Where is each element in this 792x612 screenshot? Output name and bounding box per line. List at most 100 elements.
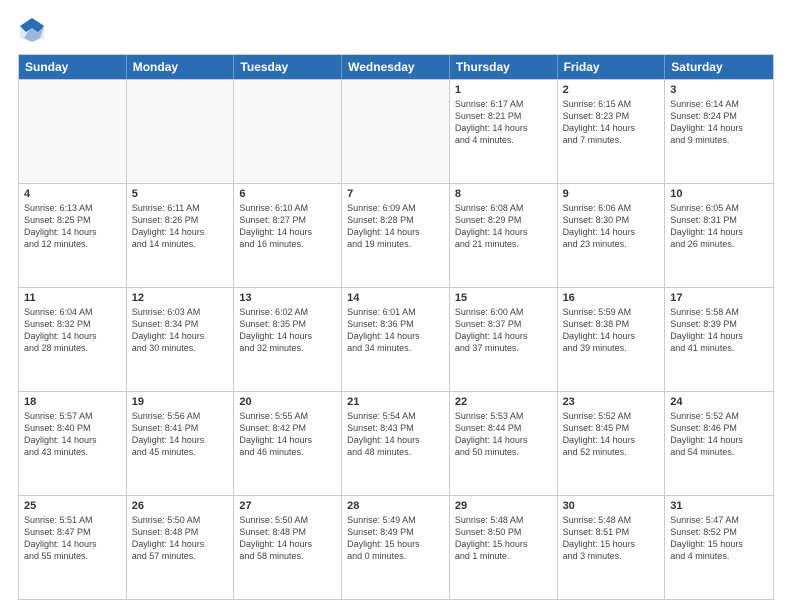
calendar-row: 11Sunrise: 6:04 AM Sunset: 8:32 PM Dayli…	[19, 287, 773, 391]
calendar-cell: 4Sunrise: 6:13 AM Sunset: 8:25 PM Daylig…	[19, 184, 127, 287]
calendar-cell: 6 Sunrise: 6:10 AM Sunset: 8:27 PM Daylig…	[234, 184, 342, 287]
calendar-cell: 16 Sunrise: 5:59 AM Sunset: 8:38 PM Dayli…	[558, 288, 666, 391]
day-number: 30	[563, 500, 660, 512]
day-info: Sunrise: 5:59 AM Sunset: 8:38 PM Dayligh…	[563, 306, 660, 355]
calendar-cell: 5 Sunrise: 6:11 AM Sunset: 8:26 PM Daylig…	[127, 184, 235, 287]
day-info: Sunrise: 5:52 AM Sunset: 8:46 PM Dayligh…	[670, 410, 768, 459]
calendar-header-cell: Tuesday	[234, 55, 342, 79]
day-number: 18	[24, 396, 121, 408]
calendar-row: 18 Sunrise: 5:57 AM Sunset: 8:40 PM Dayli…	[19, 391, 773, 495]
calendar-cell: 19Sunrise: 5:56 AM Sunset: 8:41 PM Dayli…	[127, 392, 235, 495]
logo	[18, 16, 50, 44]
calendar-row: 25 Sunrise: 5:51 AM Sunset: 8:47 PM Dayli…	[19, 495, 773, 599]
calendar-cell: 30 Sunrise: 5:48 AM Sunset: 8:51 PM Dayli…	[558, 496, 666, 599]
day-number: 14	[347, 292, 444, 304]
day-number: 31	[670, 500, 768, 512]
day-info: Sunrise: 5:54 AM Sunset: 8:43 PM Dayligh…	[347, 410, 444, 459]
calendar-cell: 7 Sunrise: 6:09 AM Sunset: 8:28 PM Daylig…	[342, 184, 450, 287]
day-info: Sunrise: 6:08 AM Sunset: 8:29 PM Dayligh…	[455, 202, 552, 251]
calendar-cell: 31Sunrise: 5:47 AM Sunset: 8:52 PM Dayli…	[665, 496, 773, 599]
calendar-cell: 17 Sunrise: 5:58 AM Sunset: 8:39 PM Dayli…	[665, 288, 773, 391]
day-info: Sunrise: 5:50 AM Sunset: 8:48 PM Dayligh…	[132, 514, 229, 563]
calendar-cell: 1 Sunrise: 6:17 AM Sunset: 8:21 PM Daylig…	[450, 80, 558, 183]
day-info: Sunrise: 6:13 AM Sunset: 8:25 PM Dayligh…	[24, 202, 121, 251]
day-info: Sunrise: 6:17 AM Sunset: 8:21 PM Dayligh…	[455, 98, 552, 147]
calendar-cell: 22Sunrise: 5:53 AM Sunset: 8:44 PM Dayli…	[450, 392, 558, 495]
calendar-cell: 12Sunrise: 6:03 AM Sunset: 8:34 PM Dayli…	[127, 288, 235, 391]
day-info: Sunrise: 6:03 AM Sunset: 8:34 PM Dayligh…	[132, 306, 229, 355]
day-info: Sunrise: 5:48 AM Sunset: 8:50 PM Dayligh…	[455, 514, 552, 563]
day-number: 20	[239, 396, 336, 408]
day-number: 26	[132, 500, 229, 512]
calendar-cell: 10 Sunrise: 6:05 AM Sunset: 8:31 PM Dayli…	[665, 184, 773, 287]
calendar-cell: 26 Sunrise: 5:50 AM Sunset: 8:48 PM Dayli…	[127, 496, 235, 599]
day-info: Sunrise: 5:52 AM Sunset: 8:45 PM Dayligh…	[563, 410, 660, 459]
day-number: 8	[455, 188, 552, 200]
day-number: 10	[670, 188, 768, 200]
day-number: 3	[670, 84, 768, 96]
day-number: 7	[347, 188, 444, 200]
calendar-header-cell: Monday	[127, 55, 235, 79]
calendar-header-row: SundayMondayTuesdayWednesdayThursdayFrid…	[19, 55, 773, 79]
calendar-cell: 20Sunrise: 5:55 AM Sunset: 8:42 PM Dayli…	[234, 392, 342, 495]
day-info: Sunrise: 5:57 AM Sunset: 8:40 PM Dayligh…	[24, 410, 121, 459]
day-info: Sunrise: 6:04 AM Sunset: 8:32 PM Dayligh…	[24, 306, 121, 355]
calendar-cell: 14 Sunrise: 6:01 AM Sunset: 8:36 PM Dayli…	[342, 288, 450, 391]
day-number: 5	[132, 188, 229, 200]
calendar-cell	[234, 80, 342, 183]
calendar-cell: 25 Sunrise: 5:51 AM Sunset: 8:47 PM Dayli…	[19, 496, 127, 599]
day-number: 22	[455, 396, 552, 408]
day-info: Sunrise: 6:11 AM Sunset: 8:26 PM Dayligh…	[132, 202, 229, 251]
calendar-cell: 21Sunrise: 5:54 AM Sunset: 8:43 PM Dayli…	[342, 392, 450, 495]
calendar-cell: 13 Sunrise: 6:02 AM Sunset: 8:35 PM Dayli…	[234, 288, 342, 391]
day-number: 27	[239, 500, 336, 512]
day-number: 13	[239, 292, 336, 304]
calendar-cell: 18 Sunrise: 5:57 AM Sunset: 8:40 PM Dayli…	[19, 392, 127, 495]
page: SundayMondayTuesdayWednesdayThursdayFrid…	[0, 0, 792, 612]
calendar-cell: 23 Sunrise: 5:52 AM Sunset: 8:45 PM Dayli…	[558, 392, 666, 495]
day-number: 16	[563, 292, 660, 304]
day-info: Sunrise: 5:51 AM Sunset: 8:47 PM Dayligh…	[24, 514, 121, 563]
calendar-cell: 11Sunrise: 6:04 AM Sunset: 8:32 PM Dayli…	[19, 288, 127, 391]
day-info: Sunrise: 5:49 AM Sunset: 8:49 PM Dayligh…	[347, 514, 444, 563]
calendar-header-cell: Sunday	[19, 55, 127, 79]
calendar-cell: 8 Sunrise: 6:08 AM Sunset: 8:29 PM Daylig…	[450, 184, 558, 287]
calendar-cell: 27 Sunrise: 5:50 AM Sunset: 8:48 PM Dayli…	[234, 496, 342, 599]
day-number: 9	[563, 188, 660, 200]
calendar-row: 1 Sunrise: 6:17 AM Sunset: 8:21 PM Daylig…	[19, 79, 773, 183]
day-number: 2	[563, 84, 660, 96]
day-info: Sunrise: 5:58 AM Sunset: 8:39 PM Dayligh…	[670, 306, 768, 355]
calendar-header-cell: Saturday	[665, 55, 773, 79]
day-info: Sunrise: 6:09 AM Sunset: 8:28 PM Dayligh…	[347, 202, 444, 251]
day-info: Sunrise: 6:10 AM Sunset: 8:27 PM Dayligh…	[239, 202, 336, 251]
calendar-header-cell: Wednesday	[342, 55, 450, 79]
header	[18, 16, 774, 44]
day-info: Sunrise: 6:15 AM Sunset: 8:23 PM Dayligh…	[563, 98, 660, 147]
day-info: Sunrise: 5:48 AM Sunset: 8:51 PM Dayligh…	[563, 514, 660, 563]
day-number: 17	[670, 292, 768, 304]
day-number: 1	[455, 84, 552, 96]
calendar-row: 4Sunrise: 6:13 AM Sunset: 8:25 PM Daylig…	[19, 183, 773, 287]
calendar-cell: 24Sunrise: 5:52 AM Sunset: 8:46 PM Dayli…	[665, 392, 773, 495]
calendar-cell: 3Sunrise: 6:14 AM Sunset: 8:24 PM Daylig…	[665, 80, 773, 183]
day-info: Sunrise: 6:02 AM Sunset: 8:35 PM Dayligh…	[239, 306, 336, 355]
day-info: Sunrise: 6:00 AM Sunset: 8:37 PM Dayligh…	[455, 306, 552, 355]
day-number: 6	[239, 188, 336, 200]
day-number: 23	[563, 396, 660, 408]
day-info: Sunrise: 5:56 AM Sunset: 8:41 PM Dayligh…	[132, 410, 229, 459]
day-info: Sunrise: 6:01 AM Sunset: 8:36 PM Dayligh…	[347, 306, 444, 355]
calendar: SundayMondayTuesdayWednesdayThursdayFrid…	[18, 54, 774, 600]
calendar-header-cell: Friday	[558, 55, 666, 79]
calendar-cell	[19, 80, 127, 183]
day-number: 25	[24, 500, 121, 512]
calendar-cell	[342, 80, 450, 183]
day-info: Sunrise: 5:50 AM Sunset: 8:48 PM Dayligh…	[239, 514, 336, 563]
day-info: Sunrise: 6:06 AM Sunset: 8:30 PM Dayligh…	[563, 202, 660, 251]
calendar-body: 1 Sunrise: 6:17 AM Sunset: 8:21 PM Daylig…	[19, 79, 773, 599]
day-number: 15	[455, 292, 552, 304]
calendar-cell: 29Sunrise: 5:48 AM Sunset: 8:50 PM Dayli…	[450, 496, 558, 599]
calendar-cell: 28Sunrise: 5:49 AM Sunset: 8:49 PM Dayli…	[342, 496, 450, 599]
logo-icon	[18, 16, 46, 44]
day-info: Sunrise: 6:05 AM Sunset: 8:31 PM Dayligh…	[670, 202, 768, 251]
calendar-header-cell: Thursday	[450, 55, 558, 79]
